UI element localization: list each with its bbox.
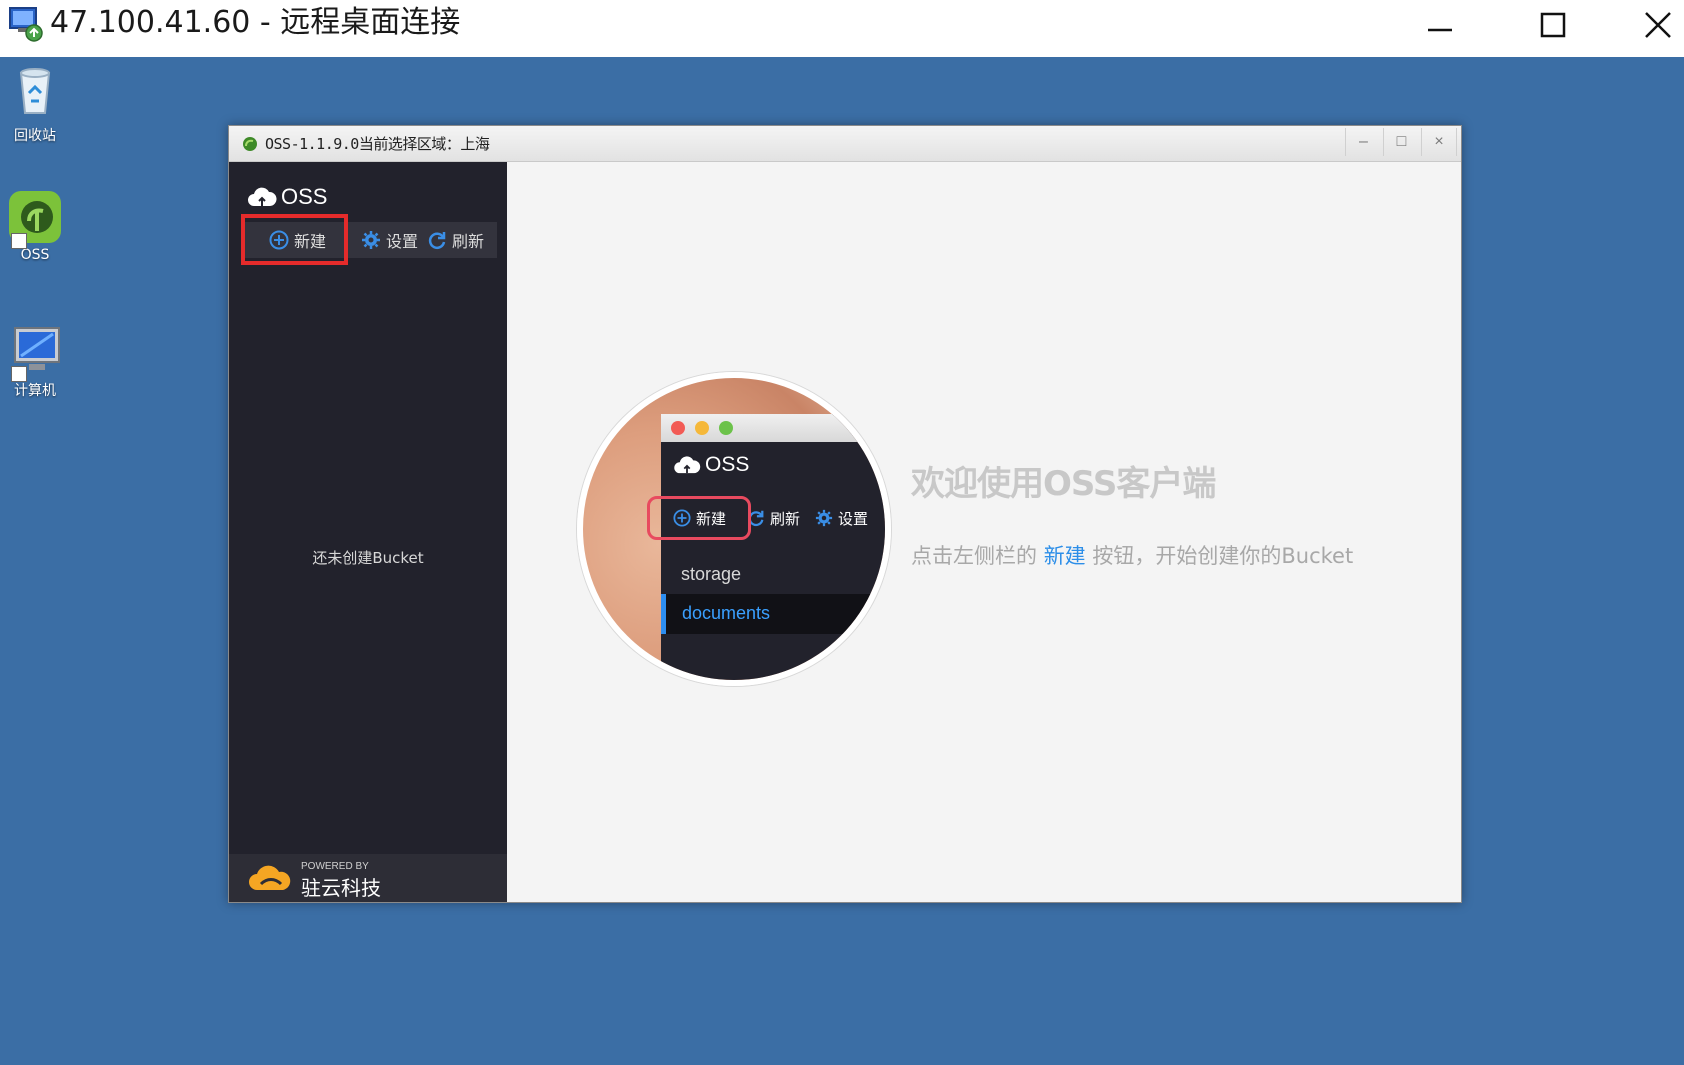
desktop-icon-label: 回收站 <box>14 128 56 144</box>
illustration-settings-button: 设置 <box>815 498 868 538</box>
oss-app-window: OSS-1.1.9.0当前选择区域：上海 – □ × OSS 新建 设置 刷新 … <box>228 125 1462 903</box>
shortcut-arrow-icon <box>11 366 27 382</box>
app-minimize-button[interactable]: – <box>1345 128 1381 156</box>
remote-desktop-area: 回收站 OSS 计算机 OSS-1.1.9.0当前选择区域：上海 – □ × O… <box>0 57 1684 1065</box>
rdp-window-title: 47.100.41.60 - 远程桌面连接 <box>50 5 461 40</box>
app-window-title: OSS-1.1.9.0当前选择区域：上海 <box>265 135 490 153</box>
refresh-button-label: 刷新 <box>452 232 485 251</box>
rdp-maximize-button[interactable] <box>1518 0 1588 50</box>
oss-cloud-icon <box>243 137 257 151</box>
welcome-subtitle: 点击左侧栏的 新建 按钮，开始创建你的Bucket <box>911 540 1353 570</box>
shortcut-arrow-icon <box>11 233 27 249</box>
minimize-dot-icon <box>695 421 709 435</box>
cloud-icon <box>674 456 701 474</box>
gear-icon <box>815 509 833 527</box>
powered-by-label: POWERED BY <box>301 861 369 872</box>
refresh-icon <box>428 232 446 249</box>
cloud-icon <box>248 187 277 206</box>
sidebar-footer: POWERED BY 驻云科技 <box>229 854 507 902</box>
rdp-close-button[interactable] <box>1632 0 1684 50</box>
welcome-suffix: 按钮，开始创建你的Bucket <box>1085 544 1354 568</box>
illustration-list-item: storage <box>681 564 742 584</box>
empty-bucket-message: 还未创建Bucket <box>312 549 424 567</box>
company-logo-icon <box>249 865 291 890</box>
welcome-title: 欢迎使用OSS客户端 <box>911 464 1216 504</box>
welcome-new-link[interactable]: 新建 <box>1044 544 1086 568</box>
maximize-dot-icon <box>719 421 733 435</box>
desktop-icon-label: OSS <box>20 247 50 263</box>
desktop-icon-recycle-bin[interactable]: 回收站 <box>0 63 70 145</box>
minimize-icon <box>1428 28 1452 32</box>
sidebar-logo-text: OSS <box>281 184 328 209</box>
app-maximize-button[interactable]: □ <box>1383 128 1419 156</box>
desktop-icon-oss[interactable]: OSS <box>0 189 70 263</box>
illustration-refresh-button: 刷新 <box>747 498 800 538</box>
illustration-title-bar <box>661 414 885 442</box>
welcome-prefix: 点击左侧栏的 <box>911 544 1044 568</box>
company-name: 驻云科技 <box>301 876 381 900</box>
new-button-highlight-box <box>241 214 348 265</box>
desktop-icon-label: 计算机 <box>14 383 56 399</box>
sidebar: OSS 新建 设置 刷新 还未创建Bucket POWERED BY 驻云科技 <box>229 162 507 902</box>
settings-button[interactable]: 设置 <box>361 222 418 258</box>
refresh-button[interactable]: 刷新 <box>427 222 484 258</box>
settings-button-label: 设置 <box>386 232 419 251</box>
illustration-logo: OSS <box>673 450 749 480</box>
maximize-icon <box>1540 12 1566 38</box>
rdp-minimize-button[interactable] <box>1405 0 1475 50</box>
illustration-settings-label: 设置 <box>838 509 869 528</box>
app-title-bar[interactable]: OSS-1.1.9.0当前选择区域：上海 – □ × <box>229 126 1461 162</box>
main-content: OSS 新建 刷新 设置 storage documents 欢迎使用OSS客户… <box>507 162 1461 902</box>
desktop-icon-computer[interactable]: 计算机 <box>0 322 70 400</box>
illustration-list-item-label: documents <box>682 603 771 623</box>
illustration-app-window: OSS 新建 刷新 设置 storage documents <box>647 414 885 680</box>
recycle-bin-icon <box>19 68 51 114</box>
illustration-logo-text: OSS <box>705 453 750 476</box>
close-dot-icon <box>671 421 685 435</box>
tutorial-illustration: OSS 新建 刷新 设置 storage documents <box>577 372 891 686</box>
illustration-list-item-selected: documents <box>661 594 885 634</box>
gear-icon <box>362 231 380 249</box>
sidebar-logo: OSS <box>247 182 327 212</box>
close-icon <box>1645 12 1671 38</box>
illustration-new-highlight <box>647 496 751 540</box>
illustration-refresh-label: 刷新 <box>770 509 801 528</box>
app-close-button[interactable]: × <box>1421 128 1457 156</box>
remote-desktop-icon <box>9 7 43 42</box>
rdp-title-bar: 47.100.41.60 - 远程桌面连接 <box>0 0 1684 57</box>
